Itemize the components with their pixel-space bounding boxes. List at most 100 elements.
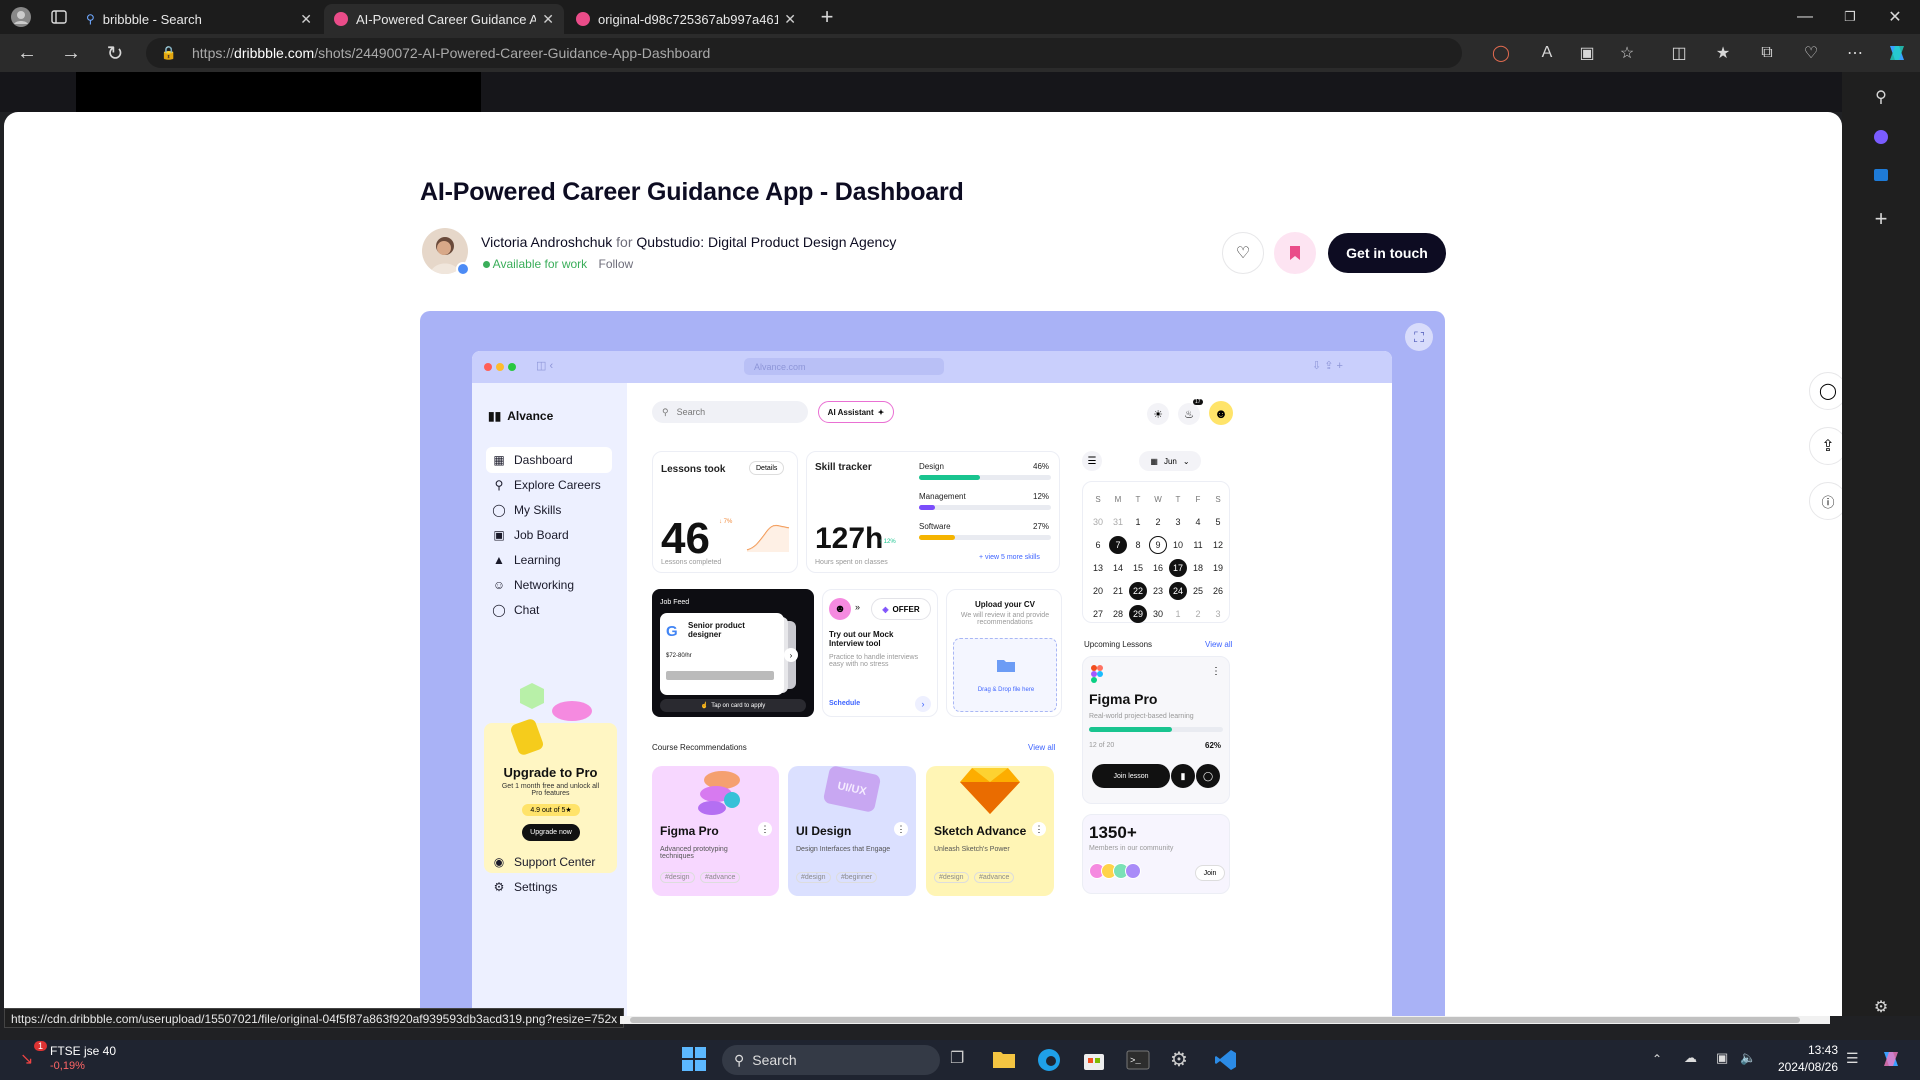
horizontal-scrollbar[interactable] <box>620 1016 1830 1024</box>
schedule-link[interactable]: Schedule <box>829 700 860 707</box>
chat-lesson-button[interactable]: ◯ <box>1196 764 1220 788</box>
notifications-button[interactable]: ♨ <box>1178 403 1200 425</box>
minimize-icon[interactable]: — <box>1794 6 1816 28</box>
calendar-day[interactable]: 3 <box>1209 605 1227 623</box>
zoom-shot-button[interactable]: ⛶ <box>1405 323 1433 351</box>
sidebar-settings-icon[interactable]: ⚙ <box>1870 996 1892 1018</box>
calendar-day[interactable]: 29 <box>1129 605 1147 623</box>
store-icon[interactable] <box>1082 1048 1106 1072</box>
calendar-day[interactable]: 13 <box>1089 559 1107 577</box>
tab-bribbble-search[interactable]: ⚲ bribbble - Search ✕ <box>76 4 322 34</box>
join-lesson-button[interactable]: Join lesson <box>1092 764 1170 788</box>
nav-learning[interactable]: ▲ Learning <box>486 547 612 573</box>
profile-avatar-icon[interactable] <box>10 6 32 28</box>
nav-chat[interactable]: ◯ Chat <box>486 597 612 623</box>
browser-essentials-icon[interactable]: ♡ <box>1800 42 1822 64</box>
course-tag[interactable]: #design <box>660 872 695 883</box>
calendar-day[interactable]: 23 <box>1149 582 1167 600</box>
month-select[interactable]: ▦ Jun ⌄ <box>1139 451 1201 471</box>
course-tag[interactable]: #design <box>934 872 969 883</box>
close-tab-icon[interactable]: ✕ <box>784 11 796 28</box>
calendar-day[interactable]: 2 <box>1149 513 1167 531</box>
notification-center-icon[interactable]: ☰ <box>1846 1050 1859 1067</box>
calendar-day[interactable]: 16 <box>1149 559 1167 577</box>
upcoming-view-all-link[interactable]: View all <box>1205 640 1232 649</box>
course-tag[interactable]: #advance <box>700 872 741 883</box>
copilot-icon[interactable] <box>1886 42 1908 64</box>
job-card[interactable]: G Senior product designer $72-80/hr <box>660 613 784 695</box>
schedule-button[interactable]: › <box>915 696 931 712</box>
display-icon[interactable]: ▣ <box>1716 1050 1728 1066</box>
file-explorer-icon[interactable] <box>992 1048 1016 1072</box>
vscode-icon[interactable] <box>1214 1048 1238 1072</box>
course-tag[interactable]: #design <box>796 872 831 883</box>
ai-assistant-button[interactable]: AI Assistant ✦ <box>818 401 894 423</box>
tab-original-image[interactable]: original-d98c725367ab997a4619c ✕ <box>566 4 806 34</box>
course-more-icon[interactable]: ⋮ <box>894 822 908 836</box>
calendar-day[interactable]: 19 <box>1209 559 1227 577</box>
calendar-day[interactable]: 27 <box>1089 605 1107 623</box>
lock-icon[interactable]: 🔒 <box>158 42 180 64</box>
favorite-star-icon[interactable]: ☆ <box>1616 42 1638 64</box>
stock-name[interactable]: FTSE jse 40 <box>50 1044 116 1058</box>
start-button[interactable] <box>681 1046 709 1074</box>
copilot-taskbar-icon[interactable] <box>1880 1048 1904 1072</box>
close-tab-icon[interactable]: ✕ <box>300 11 312 28</box>
read-aloud-icon[interactable]: A <box>1536 42 1558 64</box>
drop-zone[interactable]: Drag & Drop file here <box>953 638 1057 712</box>
network-icon[interactable]: ☁ <box>1684 1050 1697 1066</box>
course-card-sketch[interactable]: Sketch Advance ⋮ Unleash Sketch's Power #de… <box>926 766 1054 896</box>
details-button[interactable]: Details <box>749 461 785 475</box>
calendar-day[interactable]: 20 <box>1089 582 1107 600</box>
tab-actions-icon[interactable] <box>48 6 70 28</box>
favorites-icon[interactable]: ★ <box>1712 42 1734 64</box>
like-button[interactable]: ♡ <box>1222 232 1264 274</box>
get-in-touch-button[interactable]: Get in touch <box>1328 233 1446 273</box>
course-more-icon[interactable]: ⋮ <box>758 822 772 836</box>
course-more-icon[interactable]: ⋮ <box>1032 822 1046 836</box>
taskbar-search[interactable]: ⚲ Search <box>722 1045 940 1075</box>
outlook-icon[interactable] <box>1870 164 1892 186</box>
calendar-day[interactable]: 7 <box>1109 536 1127 554</box>
comments-button[interactable]: ◯ <box>1809 372 1842 410</box>
nav-support-center[interactable]: ◉ Support Center <box>486 849 612 875</box>
follow-link[interactable]: Follow <box>599 257 634 271</box>
calendar-day[interactable]: 3 <box>1169 513 1187 531</box>
calendar-day[interactable]: 21 <box>1109 582 1127 600</box>
search-input[interactable]: ⚲ Search <box>652 401 808 423</box>
close-tab-icon[interactable]: ✕ <box>542 11 554 28</box>
calendar-day[interactable]: 17 <box>1169 559 1187 577</box>
calendar-day[interactable]: 30 <box>1089 513 1107 531</box>
calendar-day[interactable]: 1 <box>1169 605 1187 623</box>
calendar-day[interactable]: 22 <box>1129 582 1147 600</box>
share-button[interactable]: ⇪ <box>1809 427 1842 465</box>
courses-view-all-link[interactable]: View all <box>1028 743 1055 752</box>
calendar-day[interactable]: 8 <box>1129 536 1147 554</box>
bookmark-lesson-button[interactable]: ▮ <box>1171 764 1195 788</box>
url-text[interactable]: https://dribbble.com/shots/24490072-AI-P… <box>192 45 710 61</box>
settings-app-icon[interactable]: ⚙ <box>1170 1048 1194 1072</box>
upgrade-now-button[interactable]: Upgrade now <box>522 824 580 841</box>
calendar-day[interactable]: 31 <box>1109 513 1127 531</box>
volume-icon[interactable]: 🔈 <box>1740 1050 1756 1066</box>
horizontal-scrollbar-thumb[interactable] <box>630 1017 1800 1023</box>
tray-chevron-icon[interactable]: ⌃ <box>1652 1052 1662 1066</box>
clock-time[interactable]: 13:43 <box>1768 1043 1838 1057</box>
calendar-day[interactable]: 5 <box>1209 513 1227 531</box>
calendar-day[interactable]: 11 <box>1189 536 1207 554</box>
course-tag[interactable]: #beginner <box>836 872 878 883</box>
author-name[interactable]: Victoria Androshchuk <box>481 234 612 250</box>
tap-to-apply-hint[interactable]: ☝ Tap on card to apply <box>660 699 806 712</box>
edge-icon[interactable] <box>1036 1047 1062 1073</box>
nav-dashboard[interactable]: ▦ Dashboard <box>486 447 612 473</box>
view-more-skills-link[interactable]: + view 5 more skills <box>979 554 1040 561</box>
calendar-menu-button[interactable]: ☰ <box>1082 451 1102 471</box>
nav-explore-careers[interactable]: ⚲ Explore Careers <box>486 472 612 498</box>
next-job-button[interactable]: › <box>784 648 798 662</box>
user-avatar[interactable]: ☻ <box>1209 401 1233 425</box>
join-community-button[interactable]: Join <box>1195 865 1225 881</box>
tracking-shield-icon[interactable]: ◯ <box>1490 42 1512 64</box>
calendar-day[interactable]: 26 <box>1209 582 1227 600</box>
lesson-more-icon[interactable]: ⋮ <box>1211 666 1221 677</box>
calendar-day[interactable]: 30 <box>1149 605 1167 623</box>
